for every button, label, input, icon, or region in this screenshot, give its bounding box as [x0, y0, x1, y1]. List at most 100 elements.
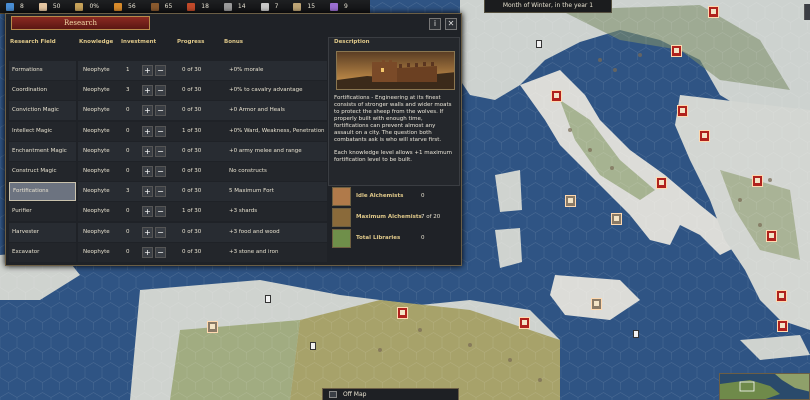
increase-investment-button[interactable]: + — [142, 246, 153, 258]
city-marker[interactable] — [671, 45, 682, 57]
progress-value: 0 of 30 — [182, 188, 202, 195]
city-marker[interactable] — [708, 6, 719, 18]
increase-investment-button[interactable]: + — [142, 145, 153, 157]
bonus-value: +0% to cavalry advantage — [229, 87, 303, 94]
resource-item[interactable]: 15 — [293, 2, 315, 11]
research-field-name[interactable]: Enchantment Magic — [9, 141, 76, 161]
knowledge-level: Neophyte — [83, 127, 110, 134]
city-marker[interactable] — [397, 307, 408, 319]
research-field-name[interactable]: Conviction Magic — [9, 101, 76, 121]
increase-investment-button[interactable]: + — [142, 125, 153, 137]
investment-value: 0 — [126, 248, 130, 255]
knowledge-level: Neophyte — [83, 208, 110, 215]
city-marker[interactable] — [766, 230, 777, 242]
city-marker[interactable] — [207, 321, 218, 333]
decrease-investment-button[interactable]: − — [155, 165, 166, 177]
decrease-investment-button[interactable]: − — [155, 226, 166, 238]
decrease-investment-button[interactable]: − — [155, 65, 166, 76]
header-field: Research Field — [10, 39, 56, 45]
city-marker[interactable] — [565, 195, 576, 207]
research-row[interactable]: Enchantment Magic Neophyte 0 + − 0 of 30 +0 ar… — [9, 141, 327, 162]
bonus-value: +3 shards — [229, 208, 258, 215]
knowledge-level: Neophyte — [83, 107, 110, 114]
alchemist-max-icon — [332, 208, 351, 227]
research-field-name[interactable]: Fortifications — [9, 182, 76, 202]
increase-investment-button[interactable]: + — [142, 206, 153, 218]
city-marker[interactable] — [611, 213, 622, 225]
research-field-name[interactable]: Harvester — [9, 222, 76, 242]
header-investment: Investment — [121, 39, 157, 45]
progress-value: 0 of 30 — [182, 147, 202, 154]
increase-investment-button[interactable]: + — [142, 186, 153, 198]
decrease-investment-button[interactable]: − — [155, 85, 166, 97]
city-marker[interactable] — [656, 177, 667, 189]
resource-item[interactable]: 56 — [114, 2, 136, 11]
city-marker[interactable] — [519, 317, 530, 329]
city-marker[interactable] — [591, 298, 602, 310]
city-marker[interactable] — [752, 175, 763, 187]
close-button[interactable]: ✕ — [445, 18, 457, 30]
decrease-investment-button[interactable]: − — [155, 105, 166, 117]
research-row[interactable]: Harvester Neophyte 0 + − 0 of 30 +3 food and w… — [9, 222, 327, 243]
research-row[interactable]: Fortifications Neophyte 3 + − 0 of 30 5 Maximu… — [9, 182, 327, 202]
research-field-name[interactable]: Purifier — [9, 202, 76, 222]
resource-item[interactable]: 8 — [6, 2, 24, 11]
decrease-investment-button[interactable]: − — [155, 206, 166, 218]
resource-item[interactable]: 50 — [38, 2, 60, 11]
resource-bar: 8 50 0% 56 65 18 14 7 15 9 — [0, 0, 370, 14]
resource-item[interactable]: 9 — [330, 2, 348, 11]
research-row[interactable]: Excavator Neophyte 0 + − 0 of 30 +3 stone and … — [9, 242, 327, 263]
info-button[interactable]: i — [429, 18, 441, 30]
city-marker[interactable] — [551, 90, 562, 102]
army-unit[interactable] — [310, 342, 316, 350]
research-row[interactable]: Purifier Neophyte 0 + − 1 of 30 +3 shards — [9, 202, 327, 222]
city-marker[interactable] — [777, 320, 788, 332]
progress-value: 0 of 30 — [182, 167, 202, 174]
progress-value: 0 of 30 — [182, 67, 202, 73]
decrease-investment-button[interactable]: − — [155, 125, 166, 137]
library-icon — [332, 229, 351, 248]
increase-investment-button[interactable]: + — [142, 105, 153, 117]
increase-investment-button[interactable]: + — [142, 226, 153, 238]
research-row[interactable]: Construct Magic Neophyte 0 + − 0 of 30 No cons… — [9, 161, 327, 182]
city-marker[interactable] — [699, 130, 710, 142]
increase-investment-button[interactable]: + — [142, 65, 153, 76]
minimap[interactable] — [719, 373, 810, 400]
progress-value: 0 of 30 — [182, 107, 202, 114]
research-field-name[interactable]: Construct Magic — [9, 161, 76, 181]
research-row[interactable]: Conviction Magic Neophyte 0 + − 0 of 30 +0 Arm… — [9, 101, 327, 121]
progress-value: 1 of 30 — [182, 127, 202, 134]
off-map-button[interactable]: Off Map — [322, 388, 459, 400]
knowledge-level: Neophyte — [83, 87, 110, 94]
resource-item[interactable]: 14 — [223, 2, 246, 11]
resource-item[interactable]: 7 — [260, 2, 278, 11]
mana-icon — [330, 2, 339, 11]
army-unit[interactable] — [536, 40, 542, 48]
resource-item[interactable]: 0% — [75, 2, 99, 11]
research-row[interactable]: Coordination Neophyte 3 + − 0 of 30 +0% to cav… — [9, 81, 327, 101]
city-marker[interactable] — [677, 105, 688, 117]
army-unit[interactable] — [633, 330, 639, 338]
stat-label: Total Libraries — [356, 235, 401, 241]
research-field-name[interactable]: Coordination — [9, 81, 76, 101]
research-row[interactable]: Formations Neophyte 1 + − 0 of 30 +0% morale — [9, 61, 327, 81]
knowledge-level: Neophyte — [83, 228, 110, 235]
army-unit[interactable] — [265, 295, 271, 303]
research-field-name[interactable]: Excavator — [9, 242, 76, 262]
increase-investment-button[interactable]: + — [142, 165, 153, 177]
resource-item[interactable]: 18 — [187, 2, 209, 11]
knowledge-level: Neophyte — [83, 188, 110, 195]
research-field-name[interactable]: Formations — [9, 61, 76, 80]
city-marker[interactable] — [776, 290, 787, 302]
research-field-name[interactable]: Intellect Magic — [9, 121, 76, 141]
stat-maximum-alchemists: Maximum Alchemists 7 of 20 — [331, 208, 459, 228]
decrease-investment-button[interactable]: − — [155, 246, 166, 258]
research-row-details: Neophyte 0 + − 0 of 30 +0 army melee and rang… — [78, 141, 327, 161]
research-row[interactable]: Intellect Magic Neophyte 0 + − 1 of 30 +0% War… — [9, 121, 327, 142]
side-scroll-tab[interactable] — [804, 4, 810, 20]
decrease-investment-button[interactable]: − — [155, 145, 166, 157]
increase-investment-button[interactable]: + — [142, 85, 153, 97]
decrease-investment-button[interactable]: − — [155, 186, 166, 198]
resource-value: 18 — [201, 3, 209, 10]
resource-item[interactable]: 65 — [150, 2, 172, 11]
